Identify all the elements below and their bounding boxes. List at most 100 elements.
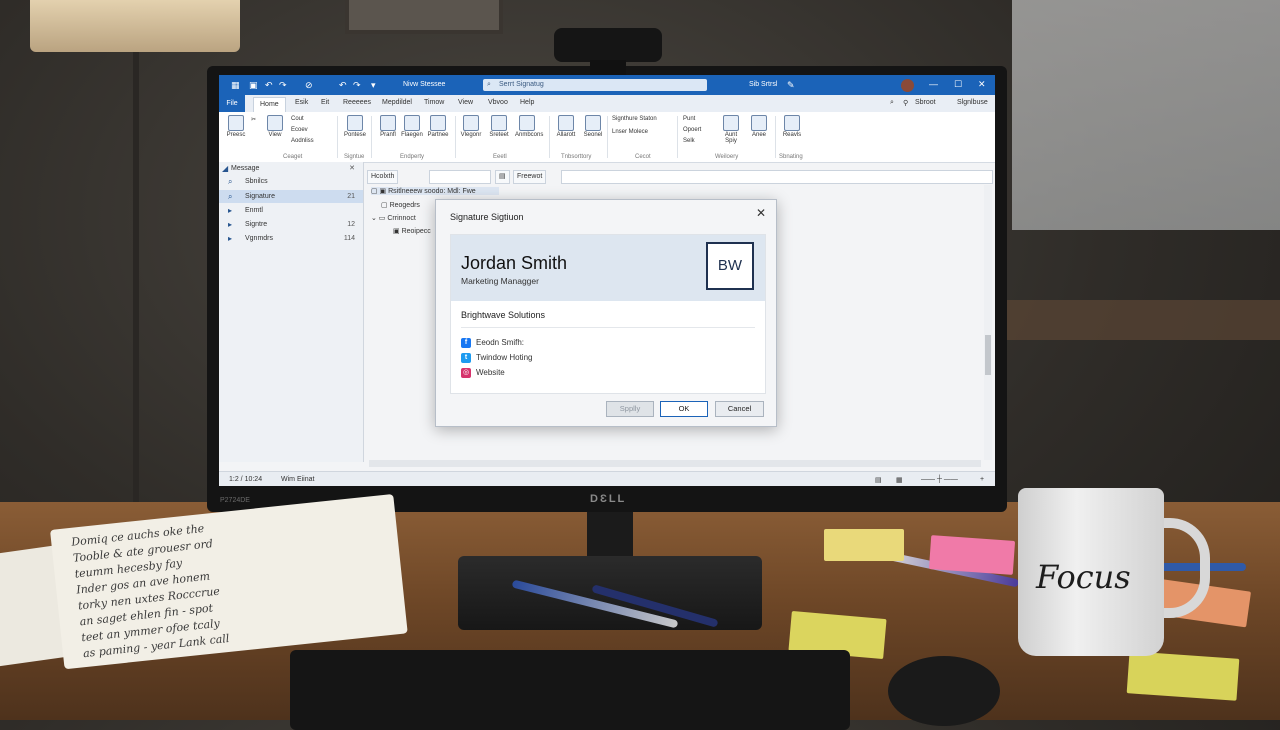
folder-item[interactable]: ▸ Enmtl xyxy=(219,204,363,217)
lamp-pole xyxy=(133,52,139,502)
cancel-button[interactable]: Cancel xyxy=(715,401,764,417)
social-link-instagram[interactable]: ◎ Website xyxy=(461,367,505,378)
tab-file[interactable]: File xyxy=(219,95,245,112)
ribbon-item-signature-station[interactable]: Signthure Staton xyxy=(612,116,657,122)
save-icon[interactable]: ▣ xyxy=(249,80,258,91)
ribbon-button-pontese[interactable]: Pontese xyxy=(343,115,367,138)
settings-icon[interactable]: ✎ xyxy=(787,80,795,91)
ribbon-item-punt[interactable]: Punt xyxy=(683,116,695,122)
ribbon-separator xyxy=(677,116,678,158)
search-icon: ⌕ xyxy=(228,192,233,201)
close-button[interactable]: ✕ xyxy=(978,79,986,90)
tab-esik[interactable]: Esik xyxy=(295,99,308,106)
search-icon: ⌕ xyxy=(487,81,491,88)
minimize-button[interactable]: — xyxy=(929,79,938,89)
tree-item[interactable]: ▣ Reoipecc xyxy=(393,227,431,235)
ribbon-button-vlegonr[interactable]: Vlegonr xyxy=(459,115,483,138)
tab-help[interactable]: Help xyxy=(520,99,534,106)
share-icon[interactable]: ⚲ xyxy=(903,99,908,107)
tab-eit[interactable]: Eit xyxy=(321,99,329,106)
preview-button[interactable]: Freewot xyxy=(513,170,547,184)
folder-item[interactable]: ⌕ Sbnilcs xyxy=(219,175,363,188)
wall-picture xyxy=(345,0,503,34)
zoom-slider[interactable]: —— ┼ —— xyxy=(921,476,958,483)
view-mode-icon[interactable]: ▤ xyxy=(495,170,510,184)
ribbon-button-aunt-spiy[interactable]: Aunt Spiy xyxy=(719,115,743,144)
ribbon-button-pranfl[interactable]: Pranfl xyxy=(376,115,400,138)
back-icon[interactable]: ↶ xyxy=(339,80,347,91)
zoom-in-icon[interactable]: + xyxy=(980,476,984,483)
ribbon-button-view[interactable]: View xyxy=(263,115,287,138)
redo-icon[interactable]: ↷ xyxy=(279,80,287,91)
ribbon-button-seonel[interactable]: Seonel xyxy=(581,115,605,138)
folder-item[interactable]: ▸ Signtre 12 xyxy=(219,218,363,231)
tree-item[interactable]: ⌄ ▭ Crrinnoct xyxy=(371,214,416,222)
tab-sbroot[interactable]: Sbroot xyxy=(915,99,936,106)
undo-icon[interactable]: ↶ xyxy=(265,80,273,91)
tab-slgnlbuse[interactable]: Slgnlbuse xyxy=(957,99,988,106)
ribbon-button-anmbcons[interactable]: Anmbcons xyxy=(515,115,543,138)
customize-icon[interactable]: ▾ xyxy=(371,80,376,91)
ribbon-button-anee[interactable]: Anee xyxy=(747,115,771,138)
twitter-icon: t xyxy=(461,352,471,363)
mouse xyxy=(888,656,1000,726)
book-icon xyxy=(430,115,446,131)
forward-icon[interactable]: ↷ xyxy=(353,80,361,91)
tab-review[interactable]: Reeeees xyxy=(343,99,371,106)
ribbon-button-label: Reavls xyxy=(782,132,802,138)
mug-text: Focus xyxy=(1036,558,1131,596)
attach-icon[interactable]: ⊘ xyxy=(305,80,313,91)
ribbon-item-ecoev[interactable]: Ecoev xyxy=(291,127,308,133)
address-field[interactable] xyxy=(561,170,993,184)
ribbon-item-cout[interactable]: Cout xyxy=(291,116,304,122)
ribbon-group-label: Tnbsorttory xyxy=(561,154,592,160)
dialog-close-icon[interactable]: ✕ xyxy=(756,206,766,220)
ribbon-item-opoert[interactable]: Opoert xyxy=(683,127,701,133)
ribbon-item-aodnliss[interactable]: Aodnliss xyxy=(291,138,314,144)
social-link-twitter[interactable]: t Twindow Hoting xyxy=(461,352,532,363)
ribbon-button-reavls[interactable]: Reavls xyxy=(780,115,804,138)
vertical-scrollbar[interactable] xyxy=(984,185,992,460)
ribbon-item-selk[interactable]: Selk xyxy=(683,138,695,144)
tab-vbvoo[interactable]: Vbvoo xyxy=(488,99,508,106)
horizontal-scrollbar[interactable] xyxy=(369,460,981,467)
folder-pane-title: Message xyxy=(231,165,260,172)
folder-item-label: Signtre xyxy=(245,221,268,228)
cut-icon[interactable]: ✂ xyxy=(251,116,256,123)
ribbon-button-sreteet[interactable]: Sreteet xyxy=(487,115,511,138)
ribbon-button-allarott[interactable]: Allarott xyxy=(554,115,578,138)
apps-grid-icon[interactable]: ▦ xyxy=(231,80,240,91)
tab-mepdildel[interactable]: Mepdildel xyxy=(382,99,412,106)
normal-view-icon[interactable]: ▤ xyxy=(875,476,882,484)
ribbon-search-icon[interactable]: ⌕ xyxy=(890,99,894,107)
apply-button[interactable]: Spplly xyxy=(606,401,654,417)
filter-button[interactable]: Hcolxth xyxy=(367,170,399,184)
tab-home[interactable]: Home xyxy=(253,97,286,113)
title-bar: ▦ ▣ ↶ ↷ ⊘ ↶ ↷ ▾ Nivw Stessee ⌕ Serrt Sig… xyxy=(219,75,995,95)
ribbon-button-flaegen[interactable]: Flaegen xyxy=(400,115,424,138)
ribbon-button-label: Seonel xyxy=(583,132,603,138)
search-input[interactable]: ⌕ Serrt Signatug xyxy=(483,79,707,91)
folder-item-signature[interactable]: ⌕ Signature 21 xyxy=(219,190,363,203)
ribbon-item-lnser-molece[interactable]: Lnser Molece xyxy=(612,129,648,135)
folder-pane-header[interactable]: ◢ Message ✕ xyxy=(219,162,363,175)
scrollbar-thumb[interactable] xyxy=(985,335,991,375)
reading-view-icon[interactable]: ▦ xyxy=(896,476,903,484)
close-pane-icon[interactable]: ✕ xyxy=(349,162,355,175)
filter-field[interactable] xyxy=(429,170,491,184)
tab-timow[interactable]: Timow xyxy=(424,99,444,106)
folder-item[interactable]: ▸ Vgnmdrs 114 xyxy=(219,232,363,245)
tab-view[interactable]: View xyxy=(458,99,473,106)
ribbon-button-partnee[interactable]: Partnee xyxy=(426,115,450,138)
folder-item-label: Vgnmdrs xyxy=(245,235,274,242)
social-link-facebook[interactable]: f Eeodn Smifh: xyxy=(461,337,524,348)
tree-item[interactable]: ▢ Reogedrs xyxy=(381,201,420,209)
tree-item[interactable]: ▢ ▣ Rsitlneeew soodo: Mdl: Fwe xyxy=(371,187,499,195)
folder-item-label: Signature xyxy=(245,193,275,200)
status-bar: 1:2 / 10:24 Wim Eiinat ▤ ▦ —— ┼ —— + xyxy=(219,471,995,486)
ok-button[interactable]: OK xyxy=(660,401,708,417)
avatar[interactable] xyxy=(901,79,914,92)
maximize-button[interactable]: ☐ xyxy=(954,79,962,90)
ribbon-button-preesc[interactable]: Preesc xyxy=(224,115,248,138)
ribbon-button-label: Partnee xyxy=(427,132,449,138)
